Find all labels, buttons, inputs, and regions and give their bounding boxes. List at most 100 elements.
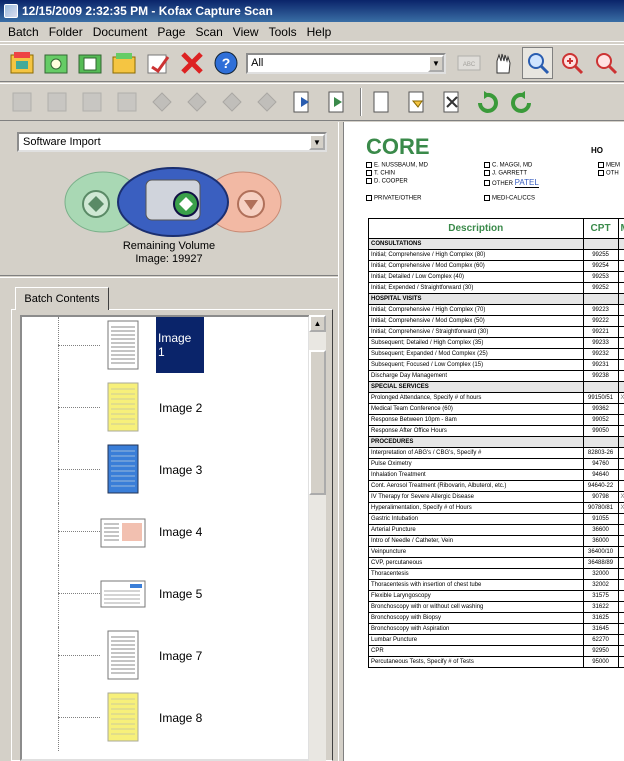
menu-view[interactable]: View [229,25,265,39]
batch-properties-icon[interactable] [108,47,139,79]
scan-document-icon[interactable] [74,47,105,79]
procedure-description: Pulse Oximetry [368,458,584,470]
procedure-description: Response Between 10pm - 8am [368,414,584,426]
zoom-out-icon[interactable] [590,47,621,79]
tree-item[interactable]: Image 4 [22,503,308,565]
close-batch-icon[interactable] [142,47,173,79]
mark-cell [617,557,624,569]
tree-item-label[interactable]: Image 8 [156,710,205,726]
menu-scan[interactable]: Scan [191,25,228,39]
tree-item[interactable]: Image 3 [22,441,308,503]
section-header: HOSPITAL VISITS [368,293,584,305]
page-thumbnail[interactable] [100,381,146,435]
help-icon[interactable]: ? [210,47,241,79]
page-thumbnail[interactable] [100,567,146,621]
cpt-code [582,381,619,393]
insert-page-icon[interactable] [321,86,353,118]
page-thumbnail[interactable] [100,629,146,683]
procedure-description: Bronchoscopy with Aspiration [368,623,584,635]
procedure-description: Subsequent; Expanded / Mod Complex (25) [368,348,584,360]
page-thumbnail[interactable] [100,505,146,559]
menu-document[interactable]: Document [89,25,154,39]
doctor-name: J. GARRETT [492,170,528,177]
cpt-code: 94640 [582,469,619,481]
procedure-description: Initial; Comprehensive / High Complex (7… [368,304,584,316]
tree-item-label[interactable]: Image 2 [156,400,205,416]
tree-item-label[interactable]: Image 5 [156,586,205,602]
tree-item[interactable]: Image 8 [22,689,308,751]
batch-contents-tree[interactable]: Image 1 Image 2 Image 3 Image 4 Image 5 Image… [20,315,310,761]
mark-cell [617,458,624,470]
first-document-icon[interactable] [6,86,38,118]
ocr-icon[interactable]: ABC [454,47,485,79]
magnifier-icon[interactable] [521,47,554,79]
scan-source-dropdown[interactable]: Software Import ▼ [17,132,327,152]
tree-item[interactable]: Image 5 [22,565,308,627]
cpt-code: 92950 [582,645,619,657]
merge-document-icon[interactable] [401,86,433,118]
scan-batch-icon[interactable] [40,47,71,79]
hand-pan-icon[interactable] [488,47,519,79]
tree-item[interactable]: Image 7 [22,627,308,689]
rotate-right-icon[interactable] [506,86,538,118]
cpt-code: 99362 [582,403,619,415]
procedure-description: Percutaneous Tests, Specify # of Tests [368,656,584,668]
tree-scrollbar[interactable]: ▲ [309,315,326,761]
table-row: Gastric Intubation 91055 [368,513,624,525]
filter-dropdown[interactable]: All ▼ [246,52,446,74]
procedure-description: Intro of Needle / Catheter, Vein [368,535,584,547]
delete-icon[interactable] [176,47,207,79]
scroll-up-icon[interactable]: ▲ [309,315,326,332]
next-document-icon[interactable] [76,86,108,118]
tab-batch-contents[interactable]: Batch Contents [15,287,109,310]
document-viewer[interactable]: CORE HO E. NUSSBAUM, MD C. MAGGI, MD MEM… [344,122,624,761]
cut-page-icon[interactable] [436,86,468,118]
cpt-code: 91055 [582,513,619,525]
last-document-icon[interactable] [111,86,143,118]
procedure-description: Bronchoscopy with Biopsy [368,612,584,624]
tree-line [58,627,59,689]
procedure-description: CVP, percutaneous [368,557,584,569]
tree-line [58,441,59,503]
previous-document-icon[interactable] [41,86,73,118]
procedure-description: Subsequent; Focused / Low Complex (15) [368,359,584,371]
last-page-icon[interactable] [251,86,283,118]
zoom-in-icon[interactable] [556,47,587,79]
menu-help[interactable]: Help [303,25,338,39]
next-page-icon[interactable] [216,86,248,118]
tree-item-label[interactable]: Image 3 [156,462,205,478]
cpt-code: 99150/51 [582,392,619,404]
first-page-icon[interactable] [146,86,178,118]
menu-tools[interactable]: Tools [265,25,303,39]
menu-folder[interactable]: Folder [45,25,89,39]
page-thumbnail[interactable] [100,691,146,745]
scan-source-value: Software Import [23,136,101,148]
cpt-code: 99238 [582,370,619,382]
mark-cell [617,370,624,382]
table-row: Response Between 10pm - 8am 99052 [368,414,624,426]
chevron-down-icon[interactable]: ▼ [427,54,444,72]
tree-item[interactable]: Image 2 [22,379,308,441]
new-document-icon[interactable] [286,86,318,118]
menu-page[interactable]: Page [153,25,191,39]
procedure-description: Subsequent; Detailed / High Complex (35) [368,337,584,349]
procedure-description: Prolonged Attendance, Specify # of hours [368,392,584,404]
open-batch-icon[interactable] [6,47,37,79]
procedure-description: Initial; Comprehensive / Mod Complex (60… [368,260,584,272]
previous-page-icon[interactable] [181,86,213,118]
procedure-description: Hyperalimentation, Specify # of Hours [368,502,584,514]
chevron-down-icon[interactable]: ▼ [309,134,325,150]
tree-line [58,565,59,627]
tree-item-label[interactable]: Image 4 [156,524,205,540]
remaining-volume-label: Remaining Volume [122,240,216,252]
split-document-icon[interactable] [366,86,398,118]
cpt-code: 99255 [582,249,619,261]
rotate-left-icon[interactable] [471,86,503,118]
tree-item-label[interactable]: Image 7 [156,648,205,664]
menu-batch[interactable]: Batch [4,25,45,39]
tree-item[interactable]: Image 1 [22,317,308,379]
tree-item-label[interactable]: Image 1 [156,317,204,373]
page-thumbnail[interactable] [100,443,146,497]
page-thumbnail[interactable] [100,319,146,373]
scrollbar-thumb[interactable] [309,350,326,495]
